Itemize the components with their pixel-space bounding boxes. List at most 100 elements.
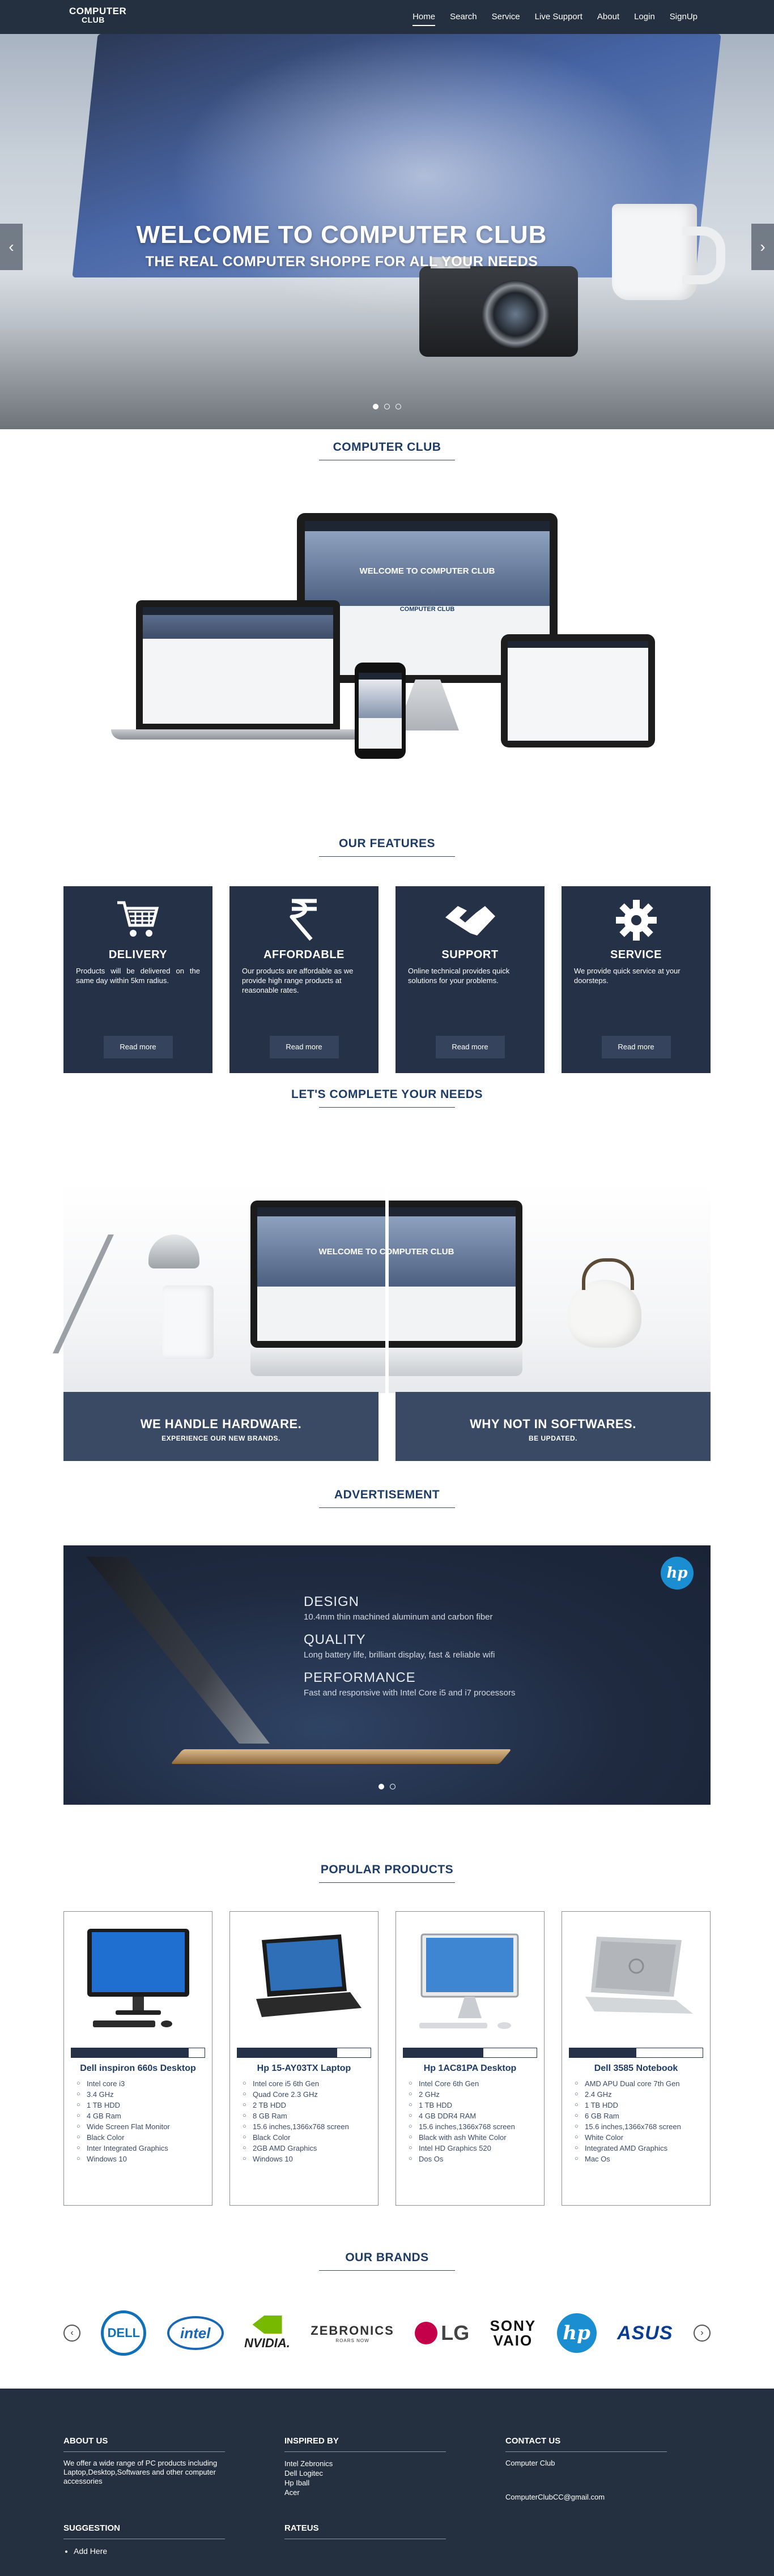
software-panel[interactable]: WHY NOT IN SOFTWARES. BE UPDATED.: [395, 1392, 711, 1461]
hp-logo[interactable]: hp: [556, 2313, 597, 2353]
ad-heading: QUALITY: [304, 1632, 366, 1647]
spec-item: 2 TB HDD: [243, 2100, 371, 2111]
teapot-image: [568, 1258, 641, 1348]
nav-home[interactable]: Home: [405, 0, 443, 34]
carousel-next-icon[interactable]: ›: [751, 224, 774, 270]
carousel-dot-3[interactable]: [395, 404, 402, 409]
ad-dot-2[interactable]: [390, 1784, 396, 1789]
read-more-button[interactable]: Read more: [269, 1036, 339, 1058]
product-name[interactable]: Hp 1AC81PA Desktop: [403, 2064, 537, 2074]
nav-signup[interactable]: SignUp: [662, 0, 705, 34]
intel-logo[interactable]: intel: [167, 2316, 224, 2350]
footer-rateus: RATEUS: [284, 2523, 446, 2539]
title-underline: [319, 1507, 455, 1508]
spec-item: Dos Os: [409, 2154, 537, 2164]
zebronics-logo[interactable]: ZEBRONICS ROARS NOW: [311, 2323, 394, 2343]
hardware-panel[interactable]: WE HANDLE HARDWARE. EXPERIENCE OUR NEW B…: [63, 1392, 379, 1461]
products-row: Dell inspiron 660s Desktop Intel core i3…: [63, 1911, 711, 2206]
product-name[interactable]: Dell inspiron 660s Desktop: [71, 2064, 205, 2074]
title-underline: [319, 2270, 455, 2271]
nvidia-logo[interactable]: NVIDIA.: [244, 2316, 290, 2351]
footer-link[interactable]: Intel Zebronics: [284, 2459, 446, 2468]
dell-logo[interactable]: DELL: [101, 2310, 147, 2356]
hardware-panel-subtitle: EXPERIENCE OUR NEW BRANDS.: [161, 1434, 280, 1442]
spec-item: 1 TB HDD: [76, 2100, 205, 2111]
brands-next-icon[interactable]: ›: [693, 2325, 711, 2342]
title-underline: [319, 1107, 455, 1108]
spec-item: 4 GB DDR4 RAM: [409, 2111, 537, 2121]
device-laptop-base: [111, 729, 365, 740]
section-title-needs: LET'S COMPLETE YOUR NEEDS: [0, 1088, 774, 1108]
features-row: DELIVERY Products will be delivered on t…: [63, 886, 711, 1073]
spec-item: 6 GB Ram: [575, 2111, 703, 2121]
nav-live-support[interactable]: Live Support: [528, 0, 590, 34]
spec-item: Black Color: [76, 2132, 205, 2143]
spec-item: Intel Core 6th Gen: [409, 2078, 537, 2089]
rating-fill: [237, 2048, 338, 2057]
footer-about: ABOUT US We offer a wide range of PC pro…: [63, 2436, 225, 2486]
product-name[interactable]: Hp 15-AY03TX Laptop: [237, 2064, 371, 2074]
feature-description: We provide quick service at your doorste…: [574, 967, 681, 985]
nav-search[interactable]: Search: [443, 0, 484, 34]
product-card[interactable]: Hp 15-AY03TX Laptop Intel core i5 6th Ge…: [229, 1911, 379, 2206]
advertisement-carousel: hp DESIGN 10.4mm thin machined aluminum a…: [63, 1545, 711, 1805]
footer-contact-name: Computer Club: [505, 2459, 555, 2467]
spec-item: 4 GB Ram: [76, 2111, 205, 2121]
spec-item: 2GB AMD Graphics: [243, 2143, 371, 2154]
product-image-notebook: [569, 1917, 703, 2042]
product-card[interactable]: Dell inspiron 660s Desktop Intel core i3…: [63, 1911, 212, 2206]
read-more-button[interactable]: Read more: [601, 1036, 671, 1058]
footer-link[interactable]: Acer: [284, 2488, 446, 2497]
nav-about[interactable]: About: [590, 0, 627, 34]
read-more-button[interactable]: Read more: [435, 1036, 505, 1058]
carousel-indicators: [0, 402, 774, 412]
footer-contact-email[interactable]: ComputerClubCC@gmail.com: [505, 2493, 667, 2502]
spec-item: Intel HD Graphics 520: [409, 2143, 537, 2154]
footer-link[interactable]: Dell Logitec: [284, 2468, 446, 2478]
spec-item: Intel core i3: [76, 2078, 205, 2089]
product-name[interactable]: Dell 3585 Notebook: [569, 2064, 703, 2074]
product-card[interactable]: Dell 3585 Notebook AMD APU Dual core 7th…: [562, 1911, 711, 2206]
monitor-band-title: COMPUTER CLUB: [399, 606, 455, 613]
section-title-brands-text: OUR BRANDS: [345, 2251, 429, 2264]
sony-vaio-logo[interactable]: SONY VAIO: [490, 2318, 537, 2348]
section-title-club: COMPUTER CLUB: [0, 441, 774, 460]
product-spec-list: Intel Core 6th Gen 2 GHz 1 TB HDD 4 GB D…: [403, 2078, 537, 2164]
brands-prev-icon[interactable]: ‹: [63, 2325, 80, 2342]
spec-item: 2.4 GHz: [575, 2089, 703, 2100]
spec-item: Windows 10: [243, 2154, 371, 2164]
needs-divider: [385, 1184, 389, 1461]
feature-title: SERVICE: [610, 949, 662, 961]
nav-menu: Home Search Service Live Support About L…: [405, 0, 705, 34]
hero-carousel: WELCOME TO COMPUTER CLUB THE REAL COMPUT…: [0, 34, 774, 429]
rating-fill: [403, 2048, 483, 2057]
footer-heading: ABOUT US: [63, 2436, 225, 2452]
product-spec-list: Intel core i3 3.4 GHz 1 TB HDD 4 GB Ram …: [71, 2078, 205, 2164]
hero-desk: [0, 328, 774, 429]
spec-item: Integrated AMD Graphics: [575, 2143, 703, 2154]
spec-item: White Color: [575, 2132, 703, 2143]
nav-login[interactable]: Login: [627, 0, 662, 34]
lg-logo[interactable]: LG: [415, 2321, 469, 2345]
feature-card-affordable: AFFORDABLE Our products are affordable a…: [229, 886, 379, 1073]
footer-heading: RATEUS: [284, 2523, 446, 2539]
add-suggestion-link[interactable]: Add Here: [74, 2546, 225, 2556]
section-title-club-text: COMPUTER CLUB: [333, 441, 441, 454]
asus-logo[interactable]: ASUS: [617, 2322, 673, 2344]
footer-inspired: INSPIRED BY Intel Zebronics Dell Logitec…: [284, 2436, 446, 2497]
nav-service[interactable]: Service: [484, 0, 528, 34]
section-title-features: OUR FEATURES: [0, 837, 774, 857]
read-more-button[interactable]: Read more: [103, 1036, 173, 1058]
carousel-dot-1[interactable]: [372, 404, 379, 409]
site-logo[interactable]: COMPUTER CLUB: [69, 6, 126, 24]
footer-heading: CONTACT US: [505, 2436, 667, 2452]
carousel-prev-icon[interactable]: ‹: [0, 224, 23, 270]
footer-suggestion-list: Add Here: [63, 2546, 225, 2556]
ad-dot-1[interactable]: [378, 1784, 384, 1789]
carousel-dot-2[interactable]: [384, 404, 390, 409]
needs-section: WELCOME TO COMPUTER CLUB WE HANDLE HARDW…: [53, 1133, 711, 1461]
product-spec-list: AMD APU Dual core 7th Gen 2.4 GHz 1 TB H…: [569, 2078, 703, 2164]
footer-link[interactable]: Hp Iball: [284, 2478, 446, 2488]
lg-face-icon: [415, 2322, 438, 2344]
product-card[interactable]: Hp 1AC81PA Desktop Intel Core 6th Gen 2 …: [395, 1911, 545, 2206]
